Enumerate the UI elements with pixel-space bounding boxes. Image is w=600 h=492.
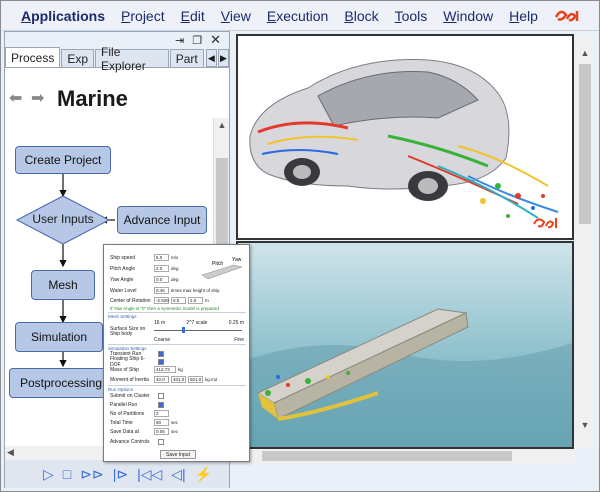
- esi-watermark-icon: [533, 218, 546, 228]
- ship-flow-viewport[interactable]: [236, 241, 574, 449]
- user-inputs-label[interactable]: User Inputs: [17, 212, 109, 226]
- mass-row: Mass of Ship 412.73 kg: [110, 366, 183, 373]
- yaw-note: If Yaw Angle is "0" then a symmetric mod…: [110, 306, 219, 311]
- advance-controls-row: Advance Controls: [110, 438, 164, 445]
- play-icon[interactable]: ▷: [43, 466, 54, 483]
- create-project-node[interactable]: Create Project: [15, 146, 111, 174]
- lightning-icon[interactable]: ⚡: [195, 466, 212, 483]
- stop-icon[interactable]: □: [63, 466, 71, 482]
- inertia-x-input[interactable]: 40.0: [154, 376, 169, 383]
- partitions-input[interactable]: 2: [154, 410, 169, 417]
- viewport-hscroll-thumb[interactable]: [262, 451, 512, 461]
- pitch-angle-row: Pitch Angle 2.0 deg: [110, 265, 179, 272]
- viewport-vertical-scrollbar[interactable]: ▲ ▼: [576, 34, 594, 448]
- submit-cluster-checkbox[interactable]: [158, 392, 164, 399]
- water-level-input[interactable]: 0.45: [154, 287, 169, 294]
- center-rotation-x-input[interactable]: -2.929: [154, 297, 169, 304]
- yaw-angle-row: Yaw Angle 0.0 deg: [110, 276, 179, 283]
- scroll-thumb[interactable]: [216, 158, 228, 248]
- execution-controls: ▷ □ ⊳⊳ |⊳ |◁◁ ◁| ⚡: [5, 460, 229, 488]
- fast-forward-icon[interactable]: ⊳⊳: [80, 466, 103, 483]
- menu-block[interactable]: Block: [344, 8, 378, 24]
- transient-run-checkbox[interactable]: [158, 350, 164, 357]
- save-data-row: Save Data at 0.05 sec: [110, 428, 179, 435]
- save-data-input[interactable]: 0.05: [154, 428, 169, 435]
- run-options-heading: Run Options: [108, 385, 246, 392]
- inertia-z-input[interactable]: 501.0: [188, 376, 203, 383]
- rewind-icon[interactable]: |◁◁: [137, 466, 162, 483]
- menu-edit[interactable]: Edit: [181, 8, 205, 24]
- water-level-row: Water Level 0.45 times max height of shi…: [110, 287, 220, 294]
- car-flow-viewport[interactable]: [236, 34, 574, 240]
- inertia-row: Moment of Inertia 40.0 401.0 501.0 kg.m2: [110, 376, 218, 383]
- scroll-up-icon[interactable]: ▲: [576, 48, 594, 58]
- menu-help[interactable]: Help: [509, 8, 538, 24]
- ship-orientation-diagram: Pitch Yaw: [201, 257, 243, 280]
- parallel-run-row: Parallel Run: [110, 401, 164, 408]
- inertia-y-input[interactable]: 401.0: [171, 376, 186, 383]
- viewport-horizontal-scrollbar[interactable]: ◀: [236, 449, 574, 463]
- advance-controls-checkbox[interactable]: [158, 438, 164, 445]
- total-time-input[interactable]: 50: [154, 419, 169, 426]
- center-rotation-y-input[interactable]: 0.0: [171, 297, 186, 304]
- scroll-left-icon[interactable]: ◀: [7, 447, 14, 458]
- center-rotation-z-input[interactable]: 2.0: [188, 297, 203, 304]
- esi-logo-icon: [554, 10, 579, 22]
- yaw-angle-input[interactable]: 0.0: [154, 276, 169, 283]
- slider-handle[interactable]: [182, 327, 185, 333]
- step-forward-icon[interactable]: |⊳: [113, 466, 128, 483]
- floating-ship-checkbox[interactable]: [158, 358, 164, 365]
- pitch-diagram-label: Pitch: [212, 261, 223, 267]
- ship-speed-row: Ship speed 5.0 m/s: [110, 254, 179, 261]
- floating-ship-row: Floating Ship 6-DOF: [110, 356, 164, 368]
- scroll-down-icon[interactable]: ▼: [576, 420, 594, 430]
- menu-tools[interactable]: Tools: [395, 8, 428, 24]
- menu-window[interactable]: Window: [443, 8, 493, 24]
- yaw-diagram-label: Yaw: [232, 257, 242, 263]
- save-input-button[interactable]: Save Input: [160, 450, 196, 459]
- mesh-node[interactable]: Mesh: [31, 270, 95, 300]
- ship-settings-dialog: Ship speed 5.0 m/s Pitch Angle 2.0 deg Y…: [103, 244, 250, 462]
- center-rotation-row: Center of Rotation -2.929 0.0 2.0 m: [110, 297, 209, 304]
- mesh-scale-labels: 16 m 2^7 scale 0.25 m: [154, 319, 244, 326]
- ship-visualization: [238, 308, 572, 447]
- menu-bar: Applications Project Edit View Execution…: [1, 1, 599, 31]
- menu-view[interactable]: View: [221, 8, 251, 24]
- coarse-fine-labels: Coarse Fine: [154, 336, 244, 343]
- postprocessing-node[interactable]: Postprocessing: [9, 368, 113, 398]
- simulation-node[interactable]: Simulation: [15, 322, 103, 352]
- menu-execution[interactable]: Execution: [267, 8, 329, 24]
- menu-project[interactable]: Project: [121, 8, 165, 24]
- advance-input-node[interactable]: Advance Input: [117, 206, 207, 234]
- surface-size-slider[interactable]: [154, 327, 242, 334]
- viewport-scroll-thumb[interactable]: [579, 64, 591, 224]
- car-visualization: [249, 59, 559, 229]
- scroll-up-icon[interactable]: ▲: [214, 120, 230, 130]
- pitch-angle-input[interactable]: 2.0: [154, 265, 169, 272]
- step-back-icon[interactable]: ◁|: [171, 466, 185, 483]
- ship-speed-input[interactable]: 5.0: [154, 254, 169, 261]
- parallel-run-checkbox[interactable]: [158, 401, 164, 408]
- mass-input[interactable]: 412.73: [154, 366, 176, 373]
- submit-cluster-row: Submit on Cluster: [110, 392, 164, 399]
- total-time-row: Total Time 50 sec: [110, 419, 179, 426]
- mesh-settings-heading: Mesh Settings: [108, 312, 246, 319]
- menu-applications[interactable]: Applications: [21, 8, 105, 24]
- partitions-row: No of Partitions 2: [110, 410, 171, 417]
